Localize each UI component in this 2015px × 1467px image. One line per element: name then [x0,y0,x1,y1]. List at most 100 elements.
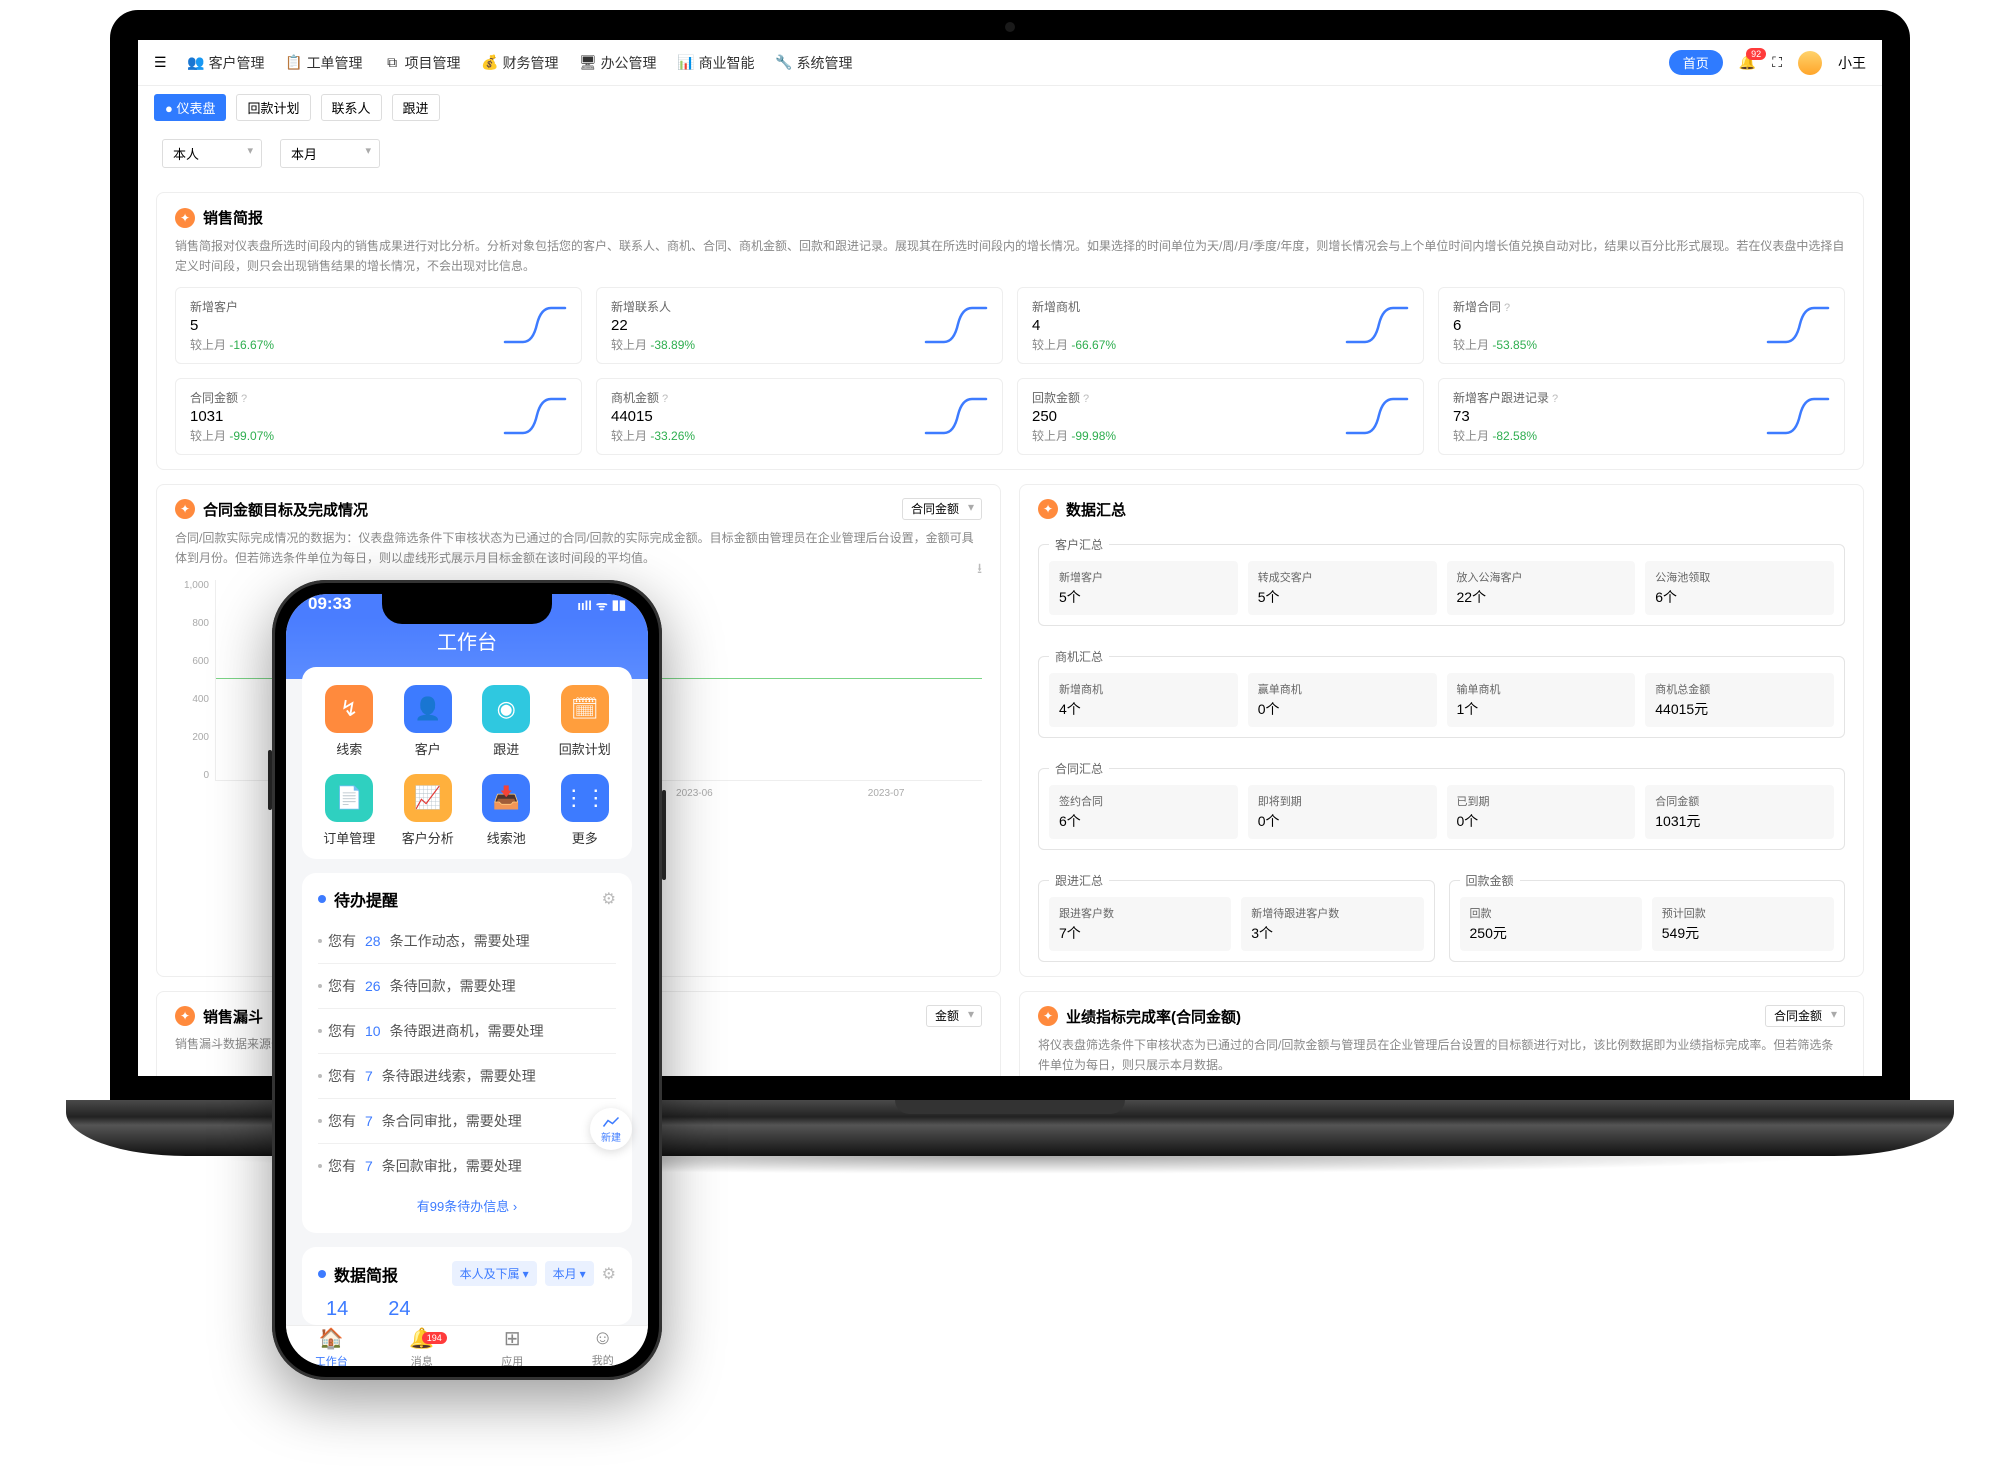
todo-item[interactable]: 您有28条工作动态，需要处理 [318,919,616,964]
app-icon: ↯ [325,685,373,733]
summary-item[interactable]: 赢单商机0个 [1248,673,1437,727]
stat-card[interactable]: 新增合同? 6 较上月 -53.85% [1438,287,1845,364]
panel-icon: ✦ [175,208,195,228]
phone-time: 09:33 [308,594,351,614]
stat-value: 250 [1032,408,1345,425]
todo-item[interactable]: 您有10条待跟进商机，需要处理 [318,1009,616,1054]
app-shortcut[interactable]: 📈客户分析 [389,774,468,847]
period-select[interactable]: 本月 [280,139,380,168]
summary-item[interactable]: 签约合同6个 [1049,785,1238,839]
app-shortcut[interactable]: 👤客户 [389,685,468,758]
app-shortcut[interactable]: 📥线索池 [467,774,546,847]
data-summary-panel: ✦ 数据汇总 客户汇总新增客户5个转成交客户5个放入公海客户22个公海池领取6个… [1019,484,1864,977]
app-shortcut[interactable]: 📄订单管理 [310,774,389,847]
nav-item[interactable]: 📊商业智能 [679,53,755,73]
summary-item[interactable]: 预计回款549元 [1652,897,1834,951]
app-shortcut[interactable]: ⋮⋮更多 [546,774,625,847]
person-select[interactable]: 本人 [162,139,262,168]
stat-card[interactable]: 新增联系人 22 较上月 -38.89% [596,287,1003,364]
stat-card[interactable]: 商机金额? 44015 较上月 -33.26% [596,378,1003,455]
nav-item[interactable]: 🔧系统管理 [777,53,853,73]
app-shortcut[interactable]: ↯线索 [310,685,389,758]
summary-group: 回款金额回款250元预计回款549元 [1449,872,1846,962]
nav-item[interactable]: 💰财务管理 [483,53,559,73]
summary-group: 商机汇总新增商机4个赢单商机0个输单商机1个商机总金额44015元 [1038,648,1845,738]
panel-title: 销售简报 [203,207,263,228]
stat-value: 6 [1453,317,1766,334]
gear-icon[interactable]: ⚙ [602,889,616,909]
summary-item[interactable]: 新增客户5个 [1049,561,1238,615]
panel-description: 合同/回款实际完成情况的数据为：仪表盘筛选条件下审核状态为已通过的合同/回款的实… [175,528,982,569]
stat-label: 新增商机 [1032,298,1345,315]
todo-item[interactable]: 您有7条合同审批，需要处理 [318,1099,616,1144]
brief-number: 24 [388,1298,410,1321]
tab-dashboard[interactable]: ● 仪表盘 [154,94,226,121]
app-icon: 📄 [325,774,373,822]
todo-card: 待办提醒 ⚙ 您有28条工作动态，需要处理您有26条待回款，需要处理您有10条待… [302,873,632,1233]
todo-item[interactable]: 您有7条回款审批，需要处理 [318,1144,616,1188]
notifications-icon[interactable]: 🔔92 [1739,54,1756,71]
stat-card[interactable]: 新增商机 4 较上月 -66.67% [1017,287,1424,364]
summary-item[interactable]: 放入公海客户22个 [1447,561,1636,615]
app-icon: 📈 [404,774,452,822]
summary-item[interactable]: 即将到期0个 [1248,785,1437,839]
tabbar-item[interactable]: ☺我的 [558,1326,649,1366]
nav-item[interactable]: 📋工单管理 [287,53,363,73]
home-pill[interactable]: 首页 [1669,50,1723,75]
stat-label: 商机金额? [611,389,924,406]
summary-item[interactable]: 已到期0个 [1447,785,1636,839]
stat-value: 5 [190,317,503,334]
todo-item[interactable]: 您有7条待跟进线索，需要处理 [318,1054,616,1099]
brief-period-select[interactable]: 本月 ▾ [545,1261,594,1286]
fab-new-button[interactable]: 新建 [590,1108,632,1150]
gear-icon[interactable]: ⚙ [602,1264,616,1284]
todo-item[interactable]: 您有26条待回款，需要处理 [318,964,616,1009]
tabbar-item[interactable]: ⊞应用 [467,1326,558,1366]
tab-payback[interactable]: 回款计划 [236,94,310,121]
tab-icon: 🏠 [319,1326,344,1351]
avatar[interactable] [1798,51,1822,75]
panel-icon: ✦ [1038,499,1058,519]
download-icon[interactable]: ⭳ [977,558,982,582]
summary-item[interactable]: 新增待跟进客户数3个 [1241,897,1423,951]
stat-value: 1031 [190,408,503,425]
nav-item[interactable]: 👥客户管理 [189,53,265,73]
fullscreen-icon[interactable]: ⛶ [1772,54,1782,71]
stat-label: 合同金额? [190,389,503,406]
goal-metric-select[interactable]: 合同金额 [902,498,982,520]
stat-card[interactable]: 新增客户 5 较上月 -16.67% [175,287,582,364]
tab-contacts[interactable]: 联系人 [321,94,382,121]
panel-icon: ✦ [175,1006,195,1026]
stat-label: 新增合同? [1453,298,1766,315]
brief-scope-select[interactable]: 本人及下属 ▾ [452,1261,537,1286]
app-shortcut[interactable]: ◉跟进 [467,685,546,758]
stat-card[interactable]: 新增客户跟进记录? 73 较上月 -82.58% [1438,378,1845,455]
summary-item[interactable]: 回款250元 [1460,897,1642,951]
menu-toggle-icon[interactable]: ☰ [154,54,167,71]
todo-more-link[interactable]: 有99条待办信息 › [318,1188,616,1223]
stat-label: 新增客户 [190,298,503,315]
nav-item[interactable]: ⧉项目管理 [385,53,461,73]
tab-follow[interactable]: 跟进 [392,94,440,121]
stat-card[interactable]: 合同金额? 1031 较上月 -99.07% [175,378,582,455]
summary-item[interactable]: 新增商机4个 [1049,673,1238,727]
stat-value: 4 [1032,317,1345,334]
brief-title: 数据简报 [334,1262,398,1286]
summary-item[interactable]: 跟进客户数7个 [1049,897,1231,951]
summary-item[interactable]: 转成交客户5个 [1248,561,1437,615]
nav-icon: ⧉ [385,55,400,70]
stat-card[interactable]: 回款金额? 250 较上月 -99.98% [1017,378,1424,455]
summary-item[interactable]: 输单商机1个 [1447,673,1636,727]
summary-item[interactable]: 合同金额1031元 [1645,785,1834,839]
app-icon: 🗓 [561,685,609,733]
stat-value: 22 [611,317,924,334]
nav-item[interactable]: 🖥办公管理 [581,53,657,73]
panel-icon: ✦ [175,499,195,519]
summary-item[interactable]: 商机总金额44015元 [1645,673,1834,727]
tabbar-item[interactable]: 🔔消息194 [377,1326,468,1366]
summary-item[interactable]: 公海池领取6个 [1645,561,1834,615]
kpi-metric-select[interactable]: 合同金额 [1765,1005,1845,1027]
tabbar-item[interactable]: 🏠工作台 [286,1326,377,1366]
app-shortcut[interactable]: 🗓回款计划 [546,685,625,758]
funnel-metric-select[interactable]: 金额 [926,1005,982,1027]
